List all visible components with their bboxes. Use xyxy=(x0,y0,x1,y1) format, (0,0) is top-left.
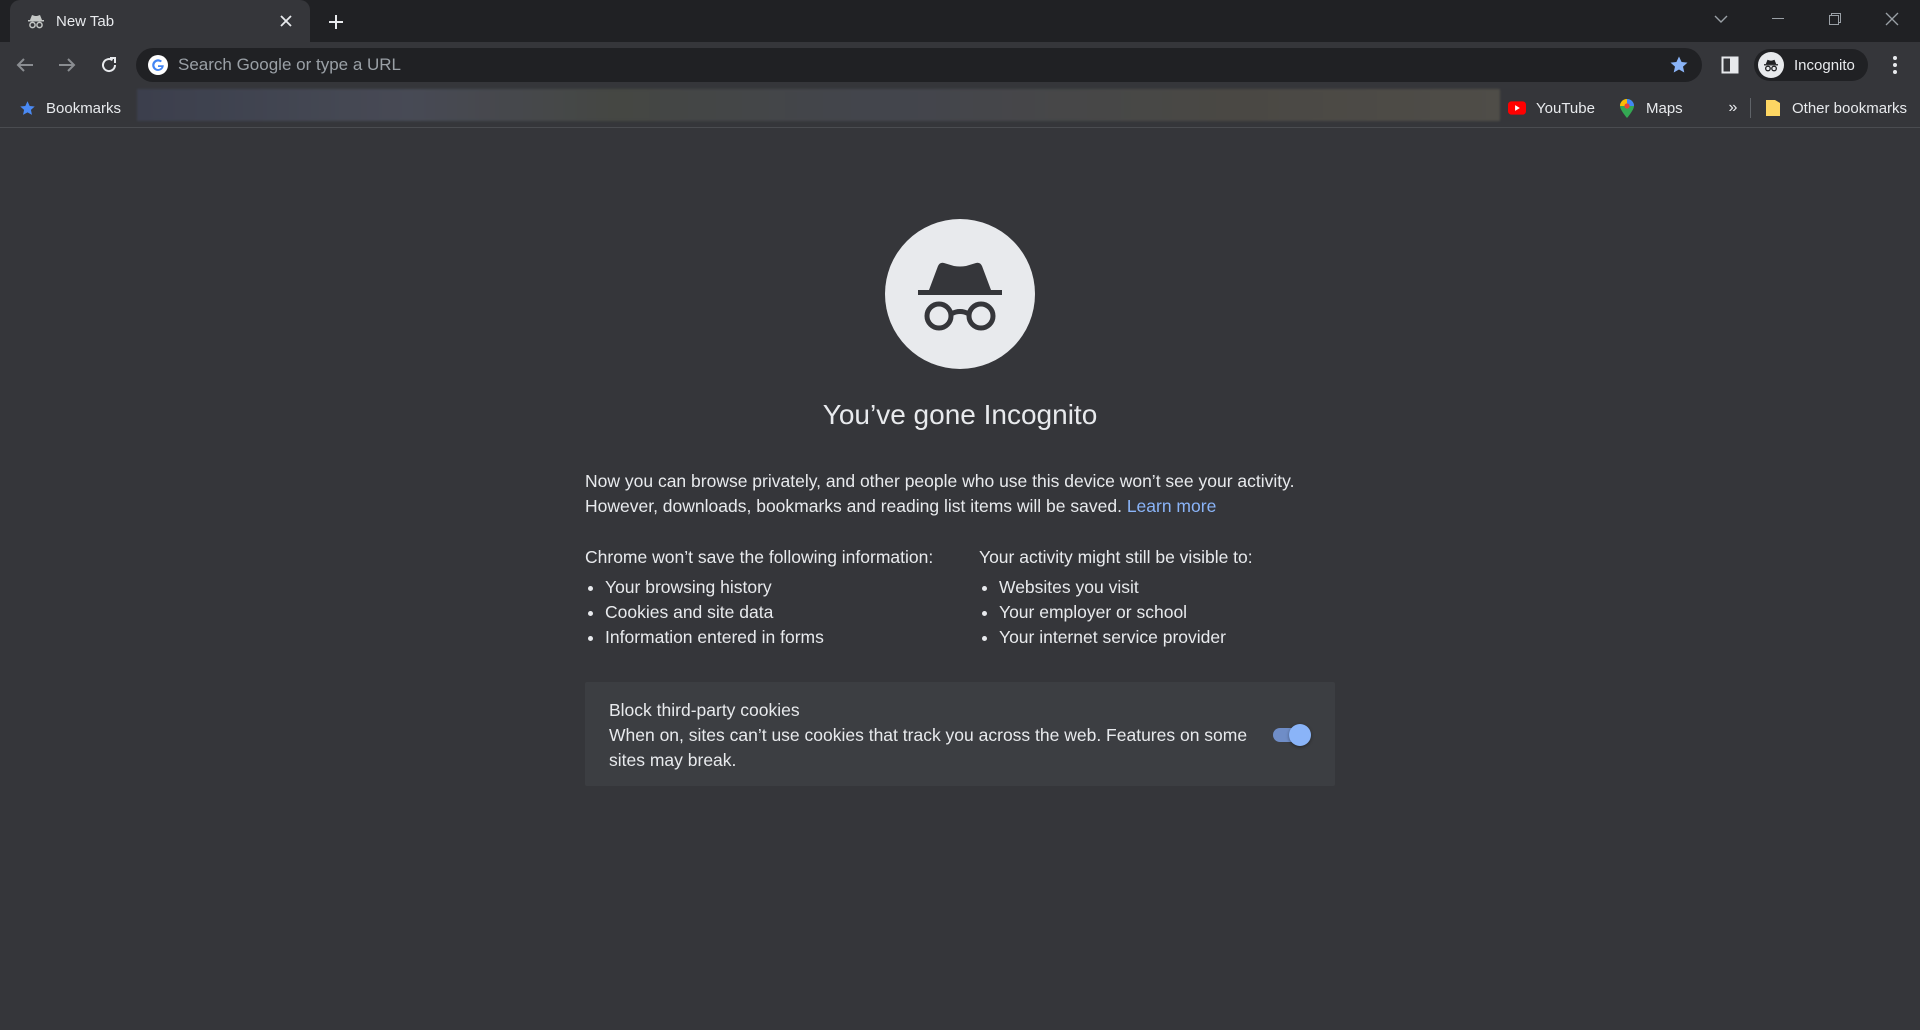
toolbar: Incognito xyxy=(0,42,1920,88)
still-visible-heading: Your activity might still be visible to: xyxy=(979,547,1253,567)
profile-label: Incognito xyxy=(1794,56,1855,74)
minimize-icon xyxy=(1771,18,1784,19)
chevron-down-icon xyxy=(1714,15,1727,23)
reload-icon xyxy=(102,57,117,73)
intro-line-1: Now you can browse privately, and other … xyxy=(585,471,1295,491)
still-visible-section: Your activity might still be visible to:… xyxy=(979,545,1369,650)
tab-title: New Tab xyxy=(56,12,115,30)
new-tab-button[interactable] xyxy=(322,8,350,36)
bookmark-maps-label: Maps xyxy=(1646,99,1683,117)
bookmark-maps[interactable]: Maps xyxy=(1618,95,1683,121)
still-visible-list: Websites you visit Your employer or scho… xyxy=(979,575,1369,650)
forward-arrow-icon xyxy=(59,58,76,72)
bookmark-youtube[interactable]: YouTube xyxy=(1508,95,1595,121)
incognito-icon xyxy=(1758,52,1784,78)
tab-search-button[interactable] xyxy=(1692,0,1749,38)
omnibox[interactable] xyxy=(136,48,1702,82)
plus-icon xyxy=(329,15,343,29)
side-panel-button[interactable] xyxy=(1715,50,1745,80)
block-cookies-toggle[interactable] xyxy=(1271,724,1311,746)
back-arrow-icon xyxy=(16,58,33,72)
close-icon xyxy=(1885,12,1898,26)
other-bookmarks-folder[interactable]: Other bookmarks xyxy=(1764,95,1907,121)
bookmarks-bar: Bookmarks YouTube Maps » Other bookmarks xyxy=(0,88,1920,128)
cookie-card-description: When on, sites can’t use cookies that tr… xyxy=(609,725,1248,770)
incognito-icon xyxy=(885,219,1035,369)
list-item: Your employer or school xyxy=(999,600,1369,625)
google-icon xyxy=(148,55,168,75)
intro-text: Now you can browse privately, and other … xyxy=(585,469,1345,519)
not-saved-list: Your browsing history Cookies and site d… xyxy=(585,575,975,650)
close-icon[interactable] xyxy=(274,9,298,33)
other-bookmarks-label: Other bookmarks xyxy=(1792,99,1908,117)
list-item: Cookies and site data xyxy=(605,600,975,625)
list-item: Your internet service provider xyxy=(999,625,1369,650)
learn-more-link[interactable]: Learn more xyxy=(1127,496,1217,516)
bookmarks-divider xyxy=(1750,98,1751,118)
restore-icon xyxy=(1828,13,1841,25)
omnibox-input[interactable] xyxy=(178,55,1664,75)
intro-line-2: However, downloads, bookmarks and readin… xyxy=(585,494,1345,519)
list-item: Your browsing history xyxy=(605,575,975,600)
third-party-cookies-card: Block third-party cookies When on, sites… xyxy=(585,682,1335,786)
star-icon xyxy=(18,99,36,117)
menu-button[interactable] xyxy=(1880,50,1910,80)
youtube-icon xyxy=(1508,99,1526,117)
cookie-card-title: Block third-party cookies xyxy=(609,700,800,720)
bookmark-star-icon[interactable] xyxy=(1664,50,1694,80)
bookmarks-folder-label: Bookmarks xyxy=(46,99,122,117)
side-panel-icon xyxy=(1721,56,1739,74)
profile-chip[interactable]: Incognito xyxy=(1754,49,1868,81)
restore-button[interactable] xyxy=(1806,0,1863,38)
bookmark-youtube-label: YouTube xyxy=(1536,99,1595,117)
toggle-knob xyxy=(1289,724,1311,746)
intro-line-2-text: However, downloads, bookmarks and readin… xyxy=(585,496,1122,516)
close-window-button[interactable] xyxy=(1863,0,1920,38)
reload-button[interactable] xyxy=(92,48,126,82)
more-bookmarks-button[interactable]: » xyxy=(1720,95,1746,121)
incognito-page: You’ve gone Incognito Now you can browse… xyxy=(0,129,1920,1030)
minimize-button[interactable] xyxy=(1749,0,1806,38)
forward-button[interactable] xyxy=(50,48,84,82)
tab-strip: New Tab xyxy=(0,0,1920,42)
back-button[interactable] xyxy=(8,48,42,82)
page-title: You’ve gone Incognito xyxy=(822,399,1098,430)
list-item: Information entered in forms xyxy=(605,625,975,650)
blurred-bookmarks xyxy=(137,89,1500,121)
more-vert-icon xyxy=(1893,56,1897,74)
list-item: Websites you visit xyxy=(999,575,1369,600)
incognito-icon xyxy=(26,11,46,31)
maps-pin-icon xyxy=(1618,98,1636,118)
not-saved-section: Chrome won’t save the following informat… xyxy=(585,545,975,650)
window-controls xyxy=(1692,0,1920,42)
bookmarks-folder[interactable]: Bookmarks xyxy=(18,95,121,121)
not-saved-heading: Chrome won’t save the following informat… xyxy=(585,547,934,567)
tab-new-tab[interactable]: New Tab xyxy=(10,0,310,42)
folder-icon xyxy=(1764,99,1782,117)
